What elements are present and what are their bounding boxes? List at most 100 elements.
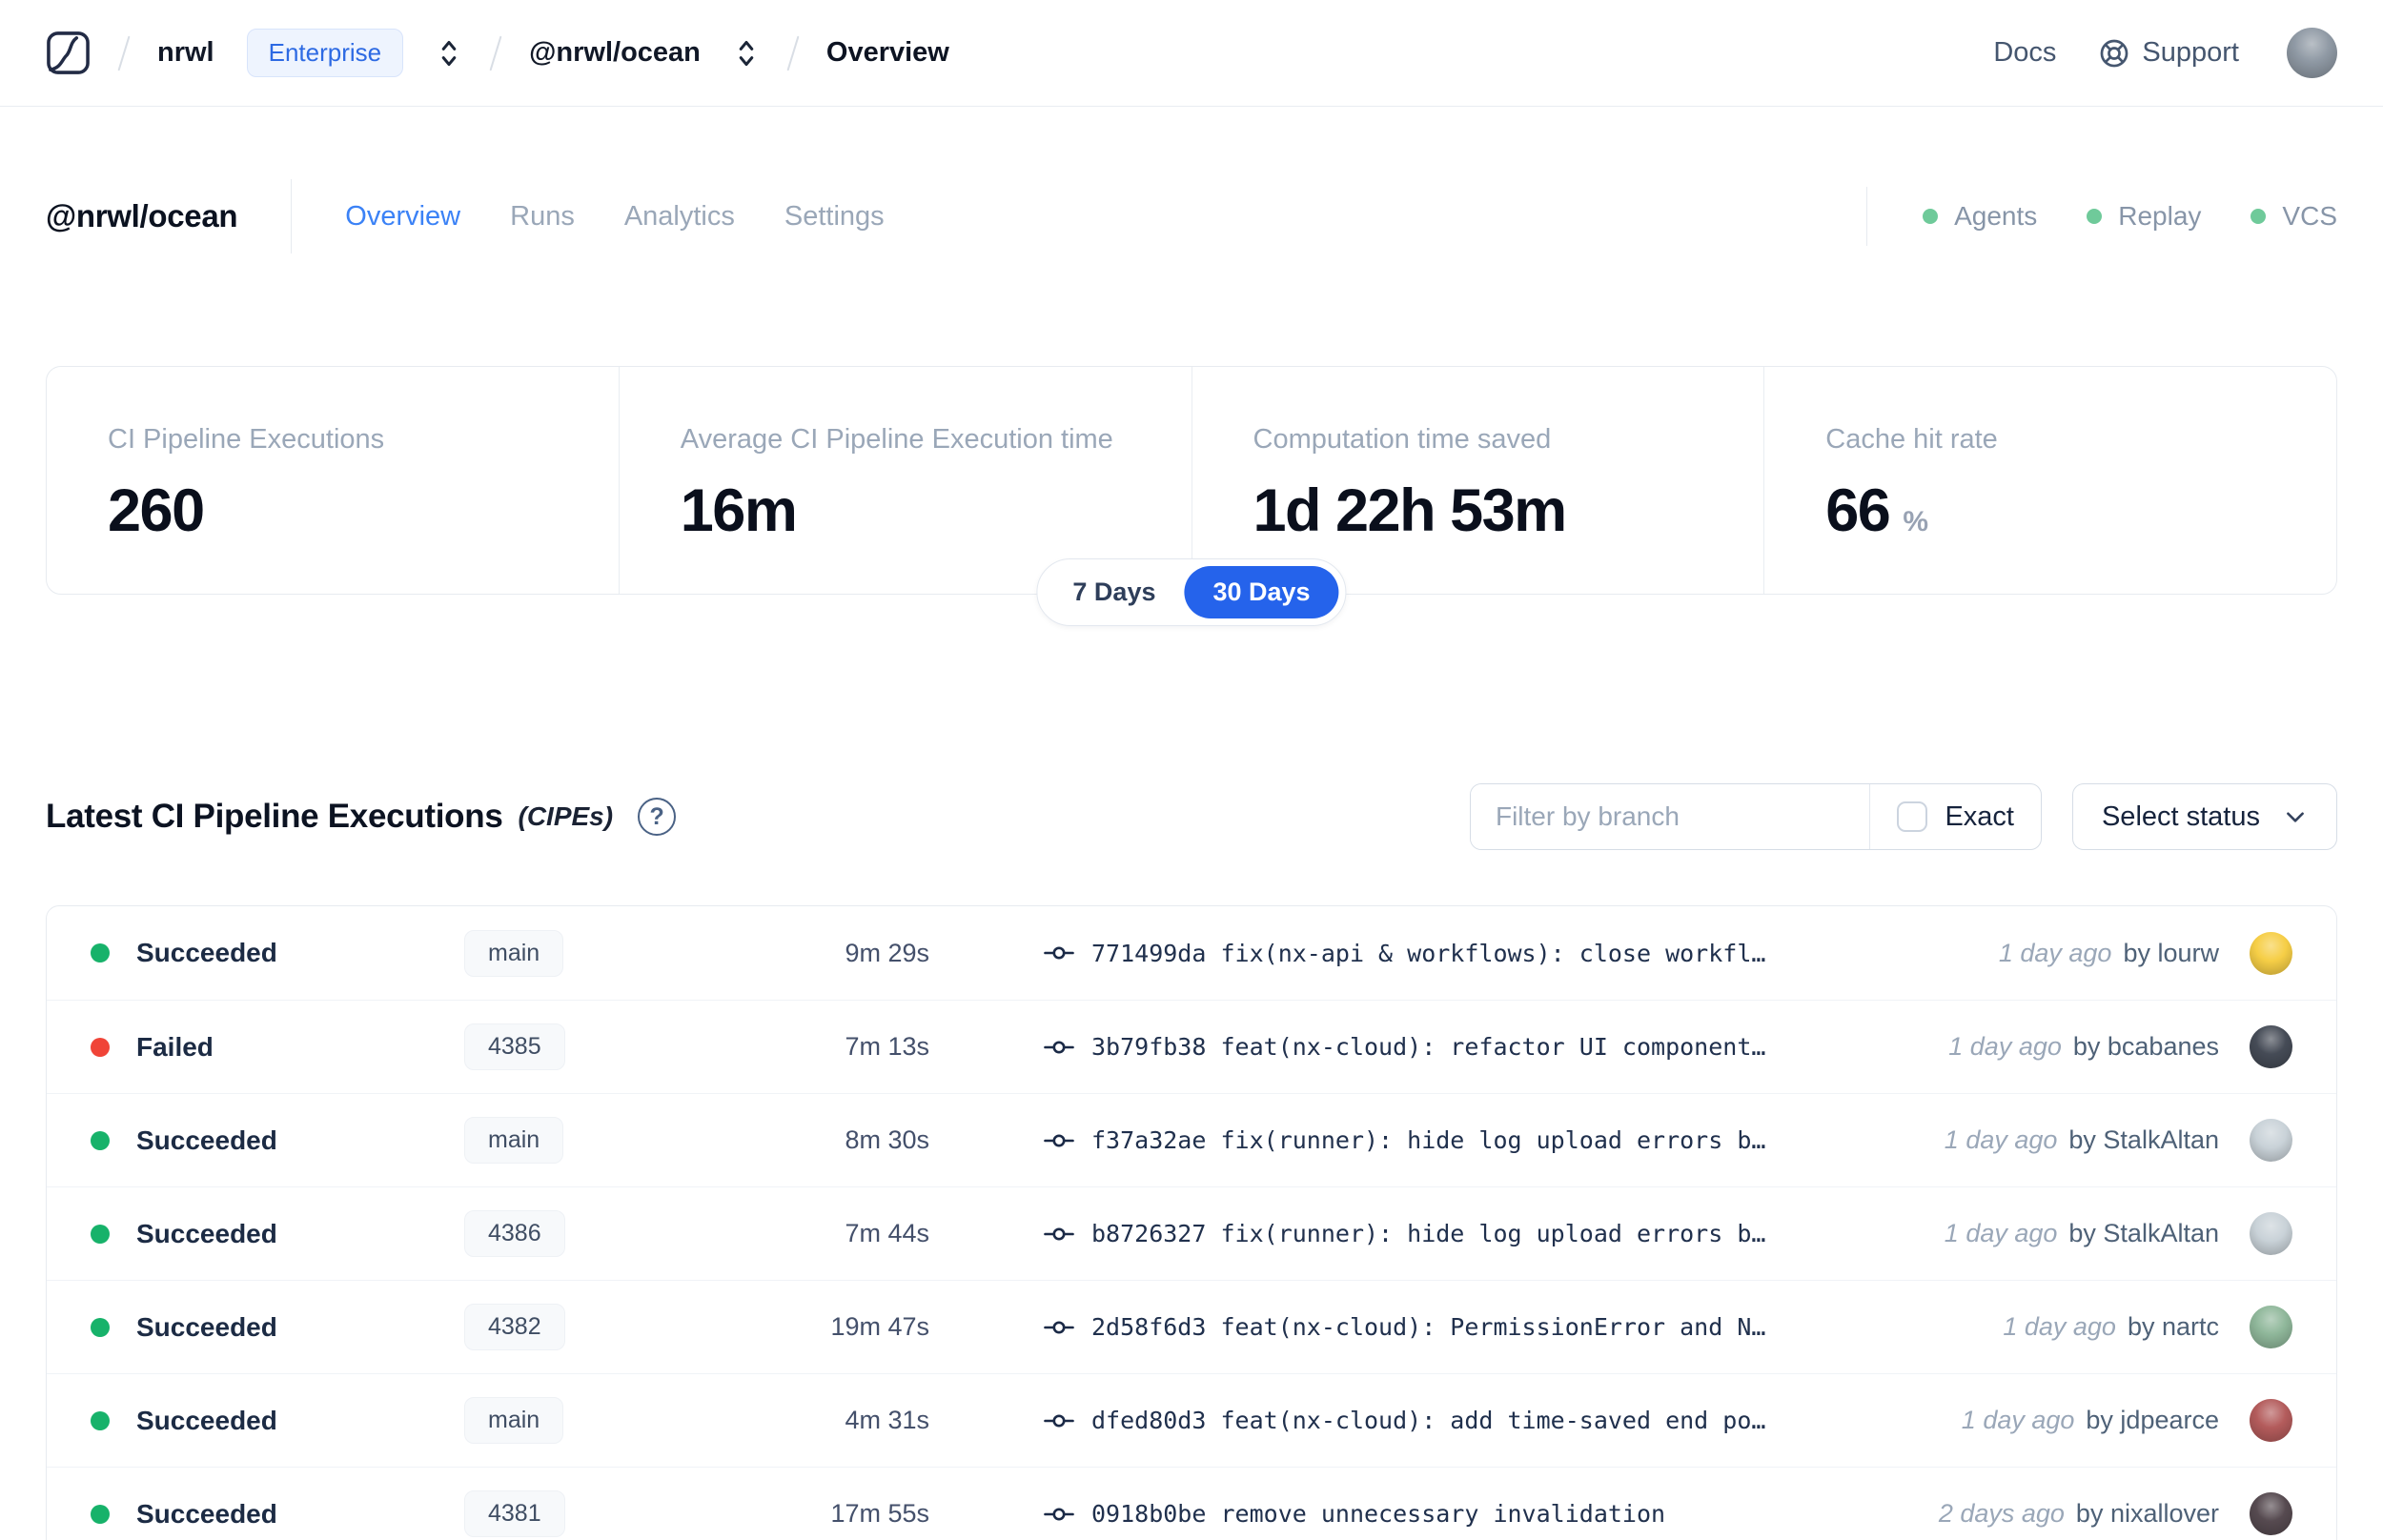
commit-text[interactable]: 0918b0be remove unnecessary invalidation [1091,1500,1665,1528]
avatar [2250,1399,2292,1442]
meta-cell: 1 day ago by StalkAltan [1945,1119,2292,1162]
status-dot-icon [91,1317,110,1337]
status-dot-icon [1923,209,1939,224]
service-replay[interactable]: Replay [2087,201,2201,232]
section-title-suffix: (CIPEs) [518,801,614,831]
table-row[interactable]: Succeeded main 4m 31s dfed80d3 feat(nx-c… [47,1373,2336,1467]
branch-cell: main [464,1117,750,1164]
commit-message: fix(runner): hide log upload errors b… [1220,1220,1766,1247]
exact-toggle[interactable]: Exact [1870,801,2041,833]
git-commit-icon [1044,1219,1074,1249]
avatar [2250,931,2292,975]
breadcrumb-workspace[interactable]: @nrwl/ocean [529,37,701,69]
branch-badge[interactable]: 4381 [464,1490,565,1537]
workspace-tabs: Overview Runs Analytics Settings [345,201,884,233]
help-icon[interactable]: ? [638,798,677,836]
table-row[interactable]: Succeeded 4382 19m 47s 2d58f6d3 feat(nx-… [47,1280,2336,1373]
branch-cell: 4381 [464,1490,750,1537]
branch-filter-group: Exact [1469,783,2042,850]
nx-cloud-logo[interactable] [46,30,91,75]
commit-text[interactable]: dfed80d3 feat(nx-cloud): add time-saved … [1091,1407,1765,1434]
chevron-down-icon [2283,804,2308,829]
stat-value: 66% [1825,477,1929,544]
branch-badge[interactable]: main [464,1397,564,1444]
status-dot-icon [91,1037,110,1057]
table-row[interactable]: Failed 4385 7m 13s 3b79fb38 feat(nx-clou… [47,1000,2336,1093]
docs-link[interactable]: Docs [1993,37,2056,69]
stat-label: Average CI Pipeline Execution time [680,424,1113,455]
commit-text[interactable]: 2d58f6d3 feat(nx-cloud): PermissionError… [1091,1313,1765,1341]
commit-text[interactable]: 3b79fb38 feat(nx-cloud): refactor UI com… [1091,1033,1765,1061]
breadcrumb-separator [117,35,131,71]
commit-cell: 2d58f6d3 feat(nx-cloud): PermissionError… [929,1312,2003,1343]
status-label: Succeeded [136,1311,277,1342]
commit-hash: f37a32ae [1091,1126,1207,1154]
time-ago: 1 day ago [1948,1032,2062,1061]
workspace-selector-icon[interactable] [733,39,760,68]
status-dot-icon [91,1130,110,1150]
commit-message: fix(runner): hide log upload errors b… [1220,1126,1766,1154]
tab-settings[interactable]: Settings [784,201,885,233]
status-dot-icon [91,1410,110,1430]
status-select[interactable]: Select status [2071,783,2337,850]
user-avatar[interactable] [2287,28,2337,78]
commit-cell: dfed80d3 feat(nx-cloud): add time-saved … [929,1406,1962,1436]
time-ago: 1 day ago [2003,1312,2116,1341]
commit-hash: 2d58f6d3 [1091,1313,1207,1341]
author: by StalkAltan [2068,1125,2219,1154]
table-row[interactable]: Succeeded 4381 17m 55s 0918b0be remove u… [47,1467,2336,1540]
branch-cell: 4386 [464,1210,750,1257]
table-row[interactable]: Succeeded 4386 7m 44s b8726327 fix(runne… [47,1186,2336,1280]
branch-cell: main [464,1397,750,1444]
status-label: Succeeded [136,1125,277,1155]
author: by bcabanes [2072,1032,2219,1061]
status-label: Succeeded [136,1498,277,1529]
table-row[interactable]: Succeeded main 9m 29s 771499da fix(nx-ap… [47,906,2336,1000]
service-label: Agents [1954,201,2038,231]
branch-badge[interactable]: main [464,929,564,977]
org-selector-icon[interactable] [436,39,462,68]
duration: 9m 29s [845,938,929,967]
range-option-7-days[interactable]: 7 Days [1044,566,1184,618]
git-commit-icon [1044,1125,1074,1156]
commit-text[interactable]: f37a32ae fix(runner): hide log upload er… [1091,1126,1765,1154]
status-dot-icon [2087,209,2103,224]
git-commit-icon [1044,1032,1074,1063]
tab-analytics[interactable]: Analytics [624,201,735,233]
divider [291,179,293,253]
commit-message: feat(nx-cloud): PermissionError and N… [1220,1313,1766,1341]
avatar [2250,1306,2292,1348]
branch-badge[interactable]: 4382 [464,1304,565,1350]
stat-label: CI Pipeline Executions [108,424,385,455]
enterprise-badge[interactable]: Enterprise [246,29,404,77]
stat-label: Cache hit rate [1825,424,1998,455]
branch-filter-input[interactable] [1470,784,1870,849]
table-row[interactable]: Succeeded main 8m 30s f37a32ae fix(runne… [47,1093,2336,1186]
service-vcs[interactable]: VCS [2251,201,2337,232]
status-cell: Succeeded [91,1406,464,1436]
branch-cell: 4382 [464,1304,750,1350]
status-label: Succeeded [136,1405,277,1435]
commit-text[interactable]: 771499da fix(nx-api & workflows): close … [1091,940,1765,967]
exact-checkbox[interactable] [1897,801,1928,832]
branch-badge[interactable]: 4385 [464,1023,565,1070]
time-ago: 1 day ago [1961,1406,2075,1434]
branch-cell: 4385 [464,1023,750,1070]
breadcrumb: nrwl Enterprise @nrwl/ocean Overview [46,29,949,77]
branch-badge[interactable]: 4386 [464,1210,565,1257]
stat-card-cache-hit: Cache hit rate 66% [1763,367,2336,594]
service-agents[interactable]: Agents [1923,201,2037,232]
status-cell: Succeeded [91,1125,464,1156]
range-option-30-days[interactable]: 30 Days [1184,566,1339,618]
branch-badge[interactable]: main [464,1117,564,1164]
author: by nixallover [2075,1499,2219,1528]
date-range-toggle: 7 Days 30 Days [1036,558,1347,626]
tab-runs[interactable]: Runs [510,201,575,233]
status-cell: Succeeded [91,938,464,968]
commit-text[interactable]: b8726327 fix(runner): hide log upload er… [1091,1220,1765,1247]
tab-overview[interactable]: Overview [345,201,460,233]
breadcrumb-org[interactable]: nrwl [157,37,214,69]
support-link-label: Support [2142,37,2239,68]
support-link[interactable]: Support [2098,37,2239,70]
top-nav: nrwl Enterprise @nrwl/ocean Overview Doc… [0,0,2383,107]
